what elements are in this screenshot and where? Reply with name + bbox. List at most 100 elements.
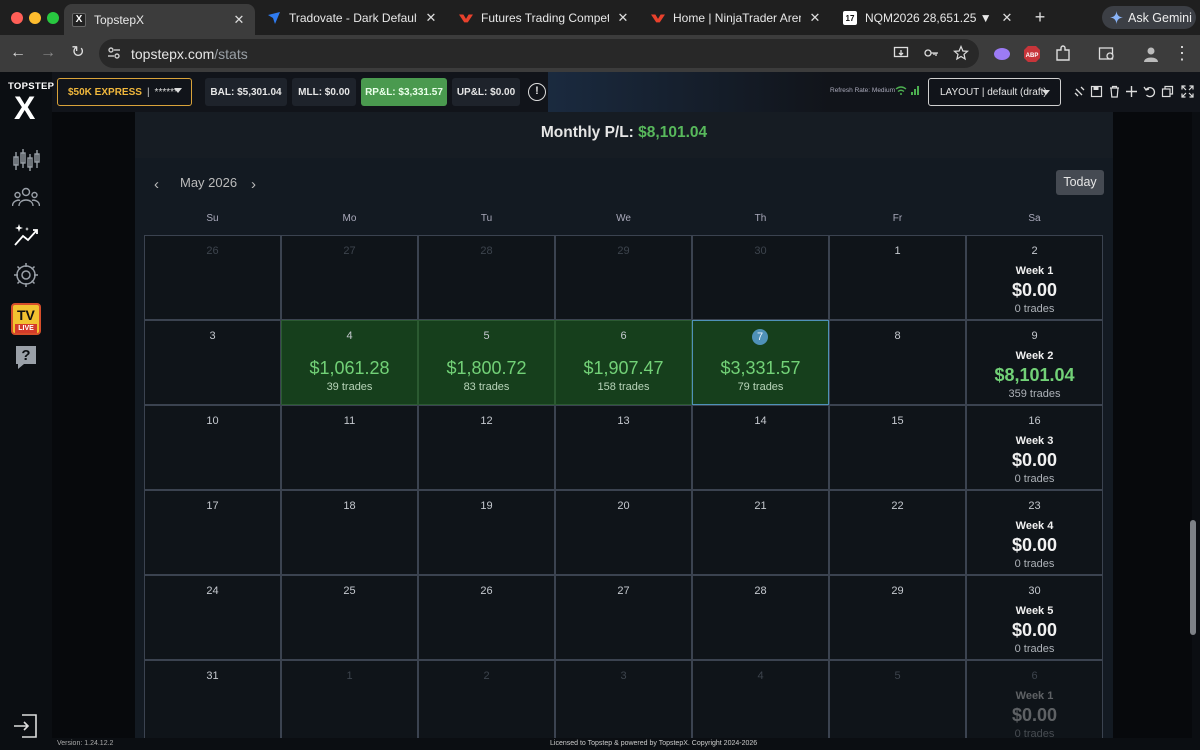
- profile-avatar-icon[interactable]: [1142, 45, 1160, 63]
- tab-search-icon[interactable]: [1098, 45, 1116, 63]
- maximize-window-button[interactable]: [47, 12, 59, 24]
- calendar-day-cell[interactable]: 19: [418, 490, 555, 575]
- site-settings-icon[interactable]: [107, 46, 121, 60]
- calendar-day-cell[interactable]: 27: [281, 235, 418, 320]
- community-users-icon[interactable]: [12, 184, 40, 212]
- install-app-icon[interactable]: [893, 45, 909, 61]
- calendar-day-cell[interactable]: 31: [144, 660, 281, 738]
- calendar-day-cell[interactable]: 17: [144, 490, 281, 575]
- calendar-day-cell[interactable]: 21: [692, 490, 829, 575]
- calendar-day-cell[interactable]: 18: [281, 490, 418, 575]
- reload-icon[interactable]: ↻: [68, 43, 88, 63]
- calendar-day-cell[interactable]: 30: [692, 235, 829, 320]
- extensions-puzzle-icon[interactable]: [1054, 45, 1072, 63]
- close-tab-icon[interactable]: ✕: [807, 10, 823, 26]
- page-scrollbar[interactable]: [1192, 112, 1200, 738]
- calendar-day-cell[interactable]: 28: [692, 575, 829, 660]
- tab-futures-competition[interactable]: Futures Trading Competition ✕: [451, 4, 639, 32]
- minimize-window-button[interactable]: [29, 12, 41, 24]
- svg-text:ABP: ABP: [1026, 53, 1039, 59]
- next-month-chevron-icon[interactable]: ›: [251, 176, 256, 193]
- calendar-day-cell[interactable]: 4: [692, 660, 829, 738]
- logout-icon[interactable]: [12, 712, 40, 740]
- calendar-day-cell[interactable]: 1: [281, 660, 418, 738]
- windows-icon[interactable]: [1161, 85, 1174, 98]
- close-tab-icon[interactable]: ✕: [423, 10, 439, 26]
- url-text: topstepx.com/stats: [131, 46, 248, 62]
- calendar-day-cell[interactable]: 10: [144, 405, 281, 490]
- more-menu-icon[interactable]: ⋮: [1172, 43, 1192, 63]
- browser-toolbar: ← → ↻ topstepx.com/stats ABP ⋮: [0, 35, 1200, 72]
- close-tab-icon[interactable]: ✕: [231, 12, 247, 28]
- tab-topstepx[interactable]: X TopstepX ✕: [64, 4, 255, 35]
- calendar-day-cell[interactable]: 28: [418, 235, 555, 320]
- trash-icon[interactable]: [1108, 85, 1121, 98]
- calendar-day-cell[interactable]: 1: [829, 235, 966, 320]
- calendar-day-cell[interactable]: 24: [144, 575, 281, 660]
- calendar-week-summary-cell[interactable]: 6 Week 1 $0.00 0 trades: [966, 660, 1103, 738]
- ask-gemini-button[interactable]: Ask Gemini: [1102, 6, 1196, 29]
- tab-ninjatrader-arena[interactable]: Home | NinjaTrader Arena ✕: [643, 4, 831, 32]
- calendar-day-cell[interactable]: 3: [555, 660, 692, 738]
- calendar-day-cell[interactable]: 27: [555, 575, 692, 660]
- calendar-day-cell[interactable]: 8: [829, 320, 966, 405]
- extension-purple-icon[interactable]: [993, 45, 1011, 63]
- calendar-day-cell[interactable]: 14: [692, 405, 829, 490]
- calendar-week-summary-cell[interactable]: 16 Week 3 $0.00 0 trades: [966, 405, 1103, 490]
- forward-arrow-icon[interactable]: →: [38, 43, 58, 63]
- calendar-day-cell[interactable]: 26: [418, 575, 555, 660]
- calendar-day-cell[interactable]: 5: [829, 660, 966, 738]
- calendar-week-summary-cell[interactable]: 30 Week 5 $0.00 0 trades: [966, 575, 1103, 660]
- undo-icon[interactable]: [1143, 85, 1156, 98]
- close-tab-icon[interactable]: ✕: [999, 10, 1015, 26]
- candlestick-chart-icon[interactable]: [12, 146, 40, 174]
- week-trade-count: 0 trades: [1014, 303, 1055, 315]
- layout-selector[interactable]: LAYOUT | default (draft): [928, 78, 1061, 106]
- calendar-day-cell[interactable]: 6 $1,907.47 158 trades: [555, 320, 692, 405]
- calendar-day-cell[interactable]: 29: [829, 575, 966, 660]
- week-trade-count: 0 trades: [1014, 728, 1055, 738]
- calendar-day-cell[interactable]: 12: [418, 405, 555, 490]
- back-arrow-icon[interactable]: ←: [8, 43, 28, 63]
- topstepx-logo[interactable]: TOPSTEP X: [0, 72, 54, 128]
- today-button[interactable]: Today: [1056, 170, 1104, 195]
- calendar-day-cell[interactable]: 2: [418, 660, 555, 738]
- previous-month-chevron-icon[interactable]: ‹: [154, 176, 159, 193]
- close-window-button[interactable]: [11, 12, 23, 24]
- stats-sparkle-icon[interactable]: [12, 221, 40, 249]
- adblock-plus-icon[interactable]: ABP: [1023, 45, 1041, 63]
- calendar-day-cell[interactable]: 20: [555, 490, 692, 575]
- scrollbar-thumb[interactable]: [1190, 520, 1196, 635]
- calendar-day-cell[interactable]: 22: [829, 490, 966, 575]
- bookmark-star-icon[interactable]: [953, 45, 969, 61]
- calendar-day-cell[interactable]: 11: [281, 405, 418, 490]
- info-icon[interactable]: !: [528, 83, 546, 101]
- plus-icon[interactable]: [1125, 85, 1138, 98]
- calendar-day-cell[interactable]: 29: [555, 235, 692, 320]
- gear-icon[interactable]: [12, 261, 40, 289]
- calendar-week-summary-cell[interactable]: 9 Week 2 $8,101.04 359 trades: [966, 320, 1103, 405]
- tab-nqm2026[interactable]: 17 NQM2026 28,651.25 ▼ −0.2 ✕: [835, 4, 1023, 32]
- save-icon[interactable]: [1090, 85, 1103, 98]
- calendar-day-cell[interactable]: 13: [555, 405, 692, 490]
- calendar-week-summary-cell[interactable]: 2 Week 1 $0.00 0 trades: [966, 235, 1103, 320]
- day-number: 3: [209, 330, 216, 342]
- address-bar[interactable]: topstepx.com/stats: [99, 39, 979, 68]
- calendar-day-cell[interactable]: 3: [144, 320, 281, 405]
- calendar-day-cell[interactable]: 25: [281, 575, 418, 660]
- calendar-day-cell[interactable]: 26: [144, 235, 281, 320]
- close-tab-icon[interactable]: ✕: [615, 10, 631, 26]
- calendar-day-cell[interactable]: 5 $1,800.72 83 trades: [418, 320, 555, 405]
- calendar-day-cell[interactable]: 4 $1,061.28 39 trades: [281, 320, 418, 405]
- calendar-day-cell[interactable]: 7 $3,331.57 79 trades: [692, 320, 829, 405]
- new-tab-button[interactable]: +: [1030, 7, 1050, 27]
- calendar-day-cell[interactable]: 15: [829, 405, 966, 490]
- fullscreen-icon[interactable]: [1181, 85, 1194, 98]
- calendar-week-summary-cell[interactable]: 23 Week 4 $0.00 0 trades: [966, 490, 1103, 575]
- account-selector[interactable]: $50K EXPRESS | ******: [57, 78, 192, 106]
- link-icon[interactable]: [1073, 85, 1086, 98]
- help-question-icon[interactable]: ?: [12, 343, 40, 371]
- tv-live-button[interactable]: TV LIVE: [11, 303, 41, 335]
- password-key-icon[interactable]: [923, 45, 939, 61]
- tab-tradovate[interactable]: Tradovate - Dark Default ✕: [259, 4, 447, 32]
